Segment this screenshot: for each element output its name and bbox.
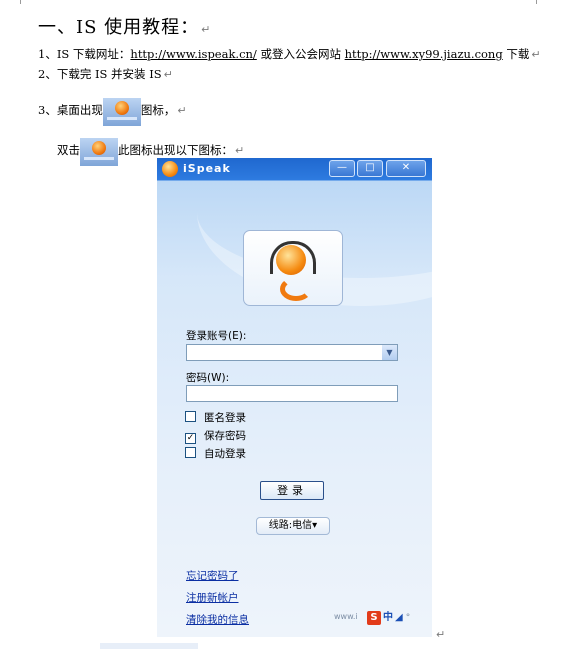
option-auto-login[interactable]: 自动登录 <box>185 446 246 461</box>
page-corner-mark-right <box>536 0 543 4</box>
option-label: 保存密码 <box>204 430 246 442</box>
paragraph-mark-icon: ↵ <box>163 68 173 81</box>
checkbox-icon[interactable] <box>185 447 196 458</box>
ispeak-login-window: iSpeak — □ ✕ 登录账号(E): ▼ 密码(W): 匿名登录 ✓ 保存密… <box>157 158 432 637</box>
ime-toolbar[interactable]: S 中 ◢ ° <box>367 608 411 625</box>
double-click-after: 此图标出现以下图标： <box>118 143 233 157</box>
login-button[interactable]: 登录 <box>260 481 324 500</box>
clear-my-info-link[interactable]: 清除我的信息 <box>186 612 249 627</box>
close-button[interactable]: ✕ <box>386 160 426 177</box>
ispeak-logo-icon <box>92 141 106 155</box>
checkbox-icon[interactable] <box>185 411 196 422</box>
desktop-line-after: 图标， <box>140 103 176 117</box>
ispeak-download-link[interactable]: http://www.ispeak.cn/ <box>130 47 256 61</box>
ispeak-mascot-tail <box>280 277 312 301</box>
dropdown-arrow-icon[interactable]: ▼ <box>382 345 397 360</box>
account-label: 登录账号(E): <box>186 330 247 342</box>
guild-site-link[interactable]: http://www.xy99.jiazu.cong <box>345 47 503 61</box>
checkbox-icon[interactable]: ✓ <box>185 433 196 444</box>
title-text: 一、IS 使用教程： <box>38 17 200 38</box>
minimize-button[interactable]: — <box>329 160 355 177</box>
register-account-link[interactable]: 注册新帐户 <box>186 590 239 605</box>
icon-caption <box>106 117 137 120</box>
paragraph-mark-icon: ↵ <box>235 144 245 157</box>
password-label: 密码(W): <box>186 372 230 384</box>
option-label: 匿名登录 <box>204 412 246 424</box>
download-prefix: 1、IS 下载网址： <box>38 47 131 61</box>
page-corner-mark-left <box>14 0 21 4</box>
option-save-password[interactable]: ✓ 保存密码 <box>185 428 246 444</box>
option-anonymous-login[interactable]: 匿名登录 <box>185 410 246 425</box>
paragraph-mark-icon: ↵ <box>531 48 541 61</box>
download-suffix: 下载 <box>502 47 530 61</box>
ime-punctuation-icon[interactable]: ° <box>406 613 411 623</box>
window-title: iSpeak <box>183 162 231 175</box>
desktop-shortcut-icon <box>102 98 141 126</box>
forgot-password-link[interactable]: 忘记密码了 <box>186 568 239 583</box>
desktop-icon-line: 3、桌面出现 图标， ↵ <box>38 98 187 126</box>
bottom-selection-strip <box>100 643 198 649</box>
route-select-button[interactable]: 线路:电信▾ <box>256 517 330 535</box>
paragraph-mark-icon: ↵ <box>436 628 446 641</box>
document-title: 一、IS 使用教程： ↵ <box>38 13 211 39</box>
maximize-button[interactable]: □ <box>357 160 383 177</box>
install-line: 2、下载完 IS 并安装 IS ↵ <box>38 66 173 82</box>
paragraph-mark-icon: ↵ <box>201 23 212 36</box>
status-url-text: www.i <box>334 612 358 621</box>
ispeak-mascot-head <box>276 245 306 275</box>
download-line: 1、IS 下载网址：http://www.ispeak.cn/ 或登入公会网站 … <box>38 46 541 62</box>
user-avatar <box>243 230 343 306</box>
window-titlebar[interactable]: iSpeak — □ ✕ <box>157 158 432 180</box>
password-input[interactable] <box>186 385 398 402</box>
ime-halfwidth-icon[interactable]: ◢ <box>395 612 403 623</box>
ispeak-logo-icon <box>114 101 129 115</box>
ime-chinese-mode[interactable]: 中 <box>383 612 393 623</box>
desktop-shortcut-icon <box>80 138 118 166</box>
sogou-ime-icon[interactable]: S <box>367 611 381 625</box>
desktop-line-before: 3、桌面出现 <box>38 103 103 117</box>
install-text: 2、下载完 IS 并安装 IS <box>38 67 162 81</box>
download-middle-text: 或登入公会网站 <box>256 47 345 61</box>
ispeak-logo-icon <box>162 161 178 177</box>
double-click-before: 双击 <box>57 143 80 157</box>
option-label: 自动登录 <box>204 448 246 460</box>
icon-caption <box>84 157 114 160</box>
account-combobox[interactable]: ▼ <box>186 344 398 361</box>
paragraph-mark-icon: ↵ <box>177 104 187 117</box>
